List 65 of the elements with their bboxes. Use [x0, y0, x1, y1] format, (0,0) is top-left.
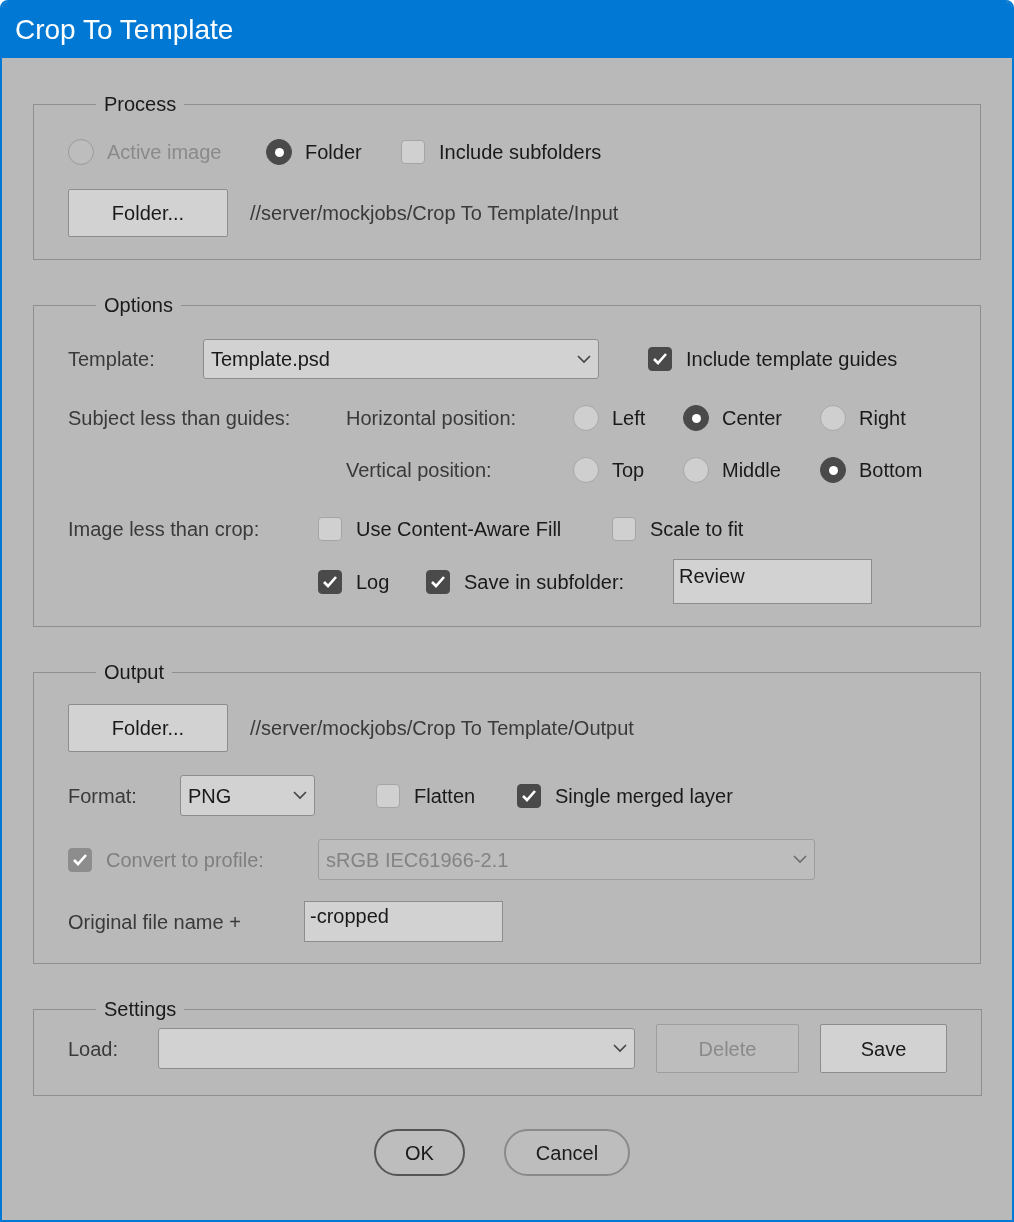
radio-button[interactable] — [266, 139, 292, 165]
checkbox-label: Scale to fit — [650, 517, 744, 542]
checkbox[interactable] — [376, 783, 400, 808]
field-label: Vertical position: — [346, 458, 493, 483]
button[interactable]: Folder... — [68, 704, 228, 752]
caret-icon — [793, 855, 807, 864]
checkbox[interactable] — [401, 140, 425, 164]
check-icon — [430, 574, 446, 589]
folder-path: //server/mockjobs/Crop To Template/Input — [250, 201, 619, 226]
radio-label: Center — [722, 406, 783, 431]
field-label: Horizontal position: — [346, 406, 518, 431]
section-legend: Output — [96, 660, 173, 684]
radio-button[interactable] — [683, 457, 709, 483]
field-label: Template: — [68, 347, 156, 372]
checkbox[interactable] — [648, 347, 672, 371]
section-legend: Options — [96, 293, 181, 317]
radio-button[interactable] — [573, 405, 599, 431]
check-icon — [521, 788, 537, 803]
field-label: Format: — [68, 783, 138, 809]
check-icon — [652, 352, 668, 366]
button[interactable]: Save — [820, 1024, 947, 1073]
radio-label: Top — [612, 458, 645, 483]
caret-icon — [293, 791, 307, 800]
check-icon — [72, 852, 88, 867]
section-legend: Process — [96, 92, 185, 116]
button[interactable]: Cancel — [504, 1129, 630, 1176]
caret-icon — [577, 354, 591, 364]
checkbox-label: Include template guides — [686, 347, 898, 372]
checkbox[interactable] — [612, 517, 636, 541]
section-legend: Settings — [96, 997, 185, 1021]
field-label: Image less than crop: — [68, 517, 261, 542]
button[interactable]: Folder... — [68, 189, 228, 237]
window-title: Crop To Template — [15, 16, 234, 44]
checkbox-label: Flatten — [414, 783, 476, 809]
checkbox-label: Include subfolders — [439, 140, 602, 165]
checkbox[interactable] — [318, 517, 342, 541]
field-label: Original file name + — [68, 909, 242, 935]
dropdown[interactable]: Template.psd — [203, 339, 599, 379]
radio-label: Folder — [305, 140, 362, 165]
dropdown[interactable] — [158, 1028, 635, 1069]
field-label: Subject less than guides: — [68, 406, 292, 431]
radio-label: Middle — [722, 458, 781, 483]
text-field[interactable]: Review — [673, 559, 872, 604]
checkbox-label: Convert to profile: — [106, 847, 264, 873]
folder-path: //server/mockjobs/Crop To Template/Output — [250, 716, 634, 741]
checkbox-label: Use Content-Aware Fill — [356, 517, 562, 542]
radio-button[interactable] — [820, 405, 846, 431]
button[interactable]: OK — [374, 1129, 465, 1176]
radio-label: Left — [612, 406, 646, 431]
dropdown[interactable]: PNG — [180, 775, 315, 816]
radio-button[interactable] — [573, 457, 599, 483]
checkbox[interactable] — [426, 569, 450, 594]
radio-button[interactable] — [683, 405, 709, 431]
check-icon — [322, 574, 338, 589]
checkbox-label: Save in subfolder: — [464, 569, 625, 595]
checkbox[interactable] — [517, 783, 541, 808]
checkbox-label: Log — [356, 569, 390, 595]
radio-label: Bottom — [859, 458, 923, 483]
checkbox[interactable] — [318, 569, 342, 594]
caret-icon — [613, 1044, 627, 1053]
radio-button[interactable] — [820, 457, 846, 483]
field-label: Load: — [68, 1036, 120, 1062]
radio-label: Right — [859, 406, 906, 431]
checkbox-label: Single merged layer — [555, 783, 733, 809]
text-field[interactable]: -cropped — [304, 901, 503, 942]
